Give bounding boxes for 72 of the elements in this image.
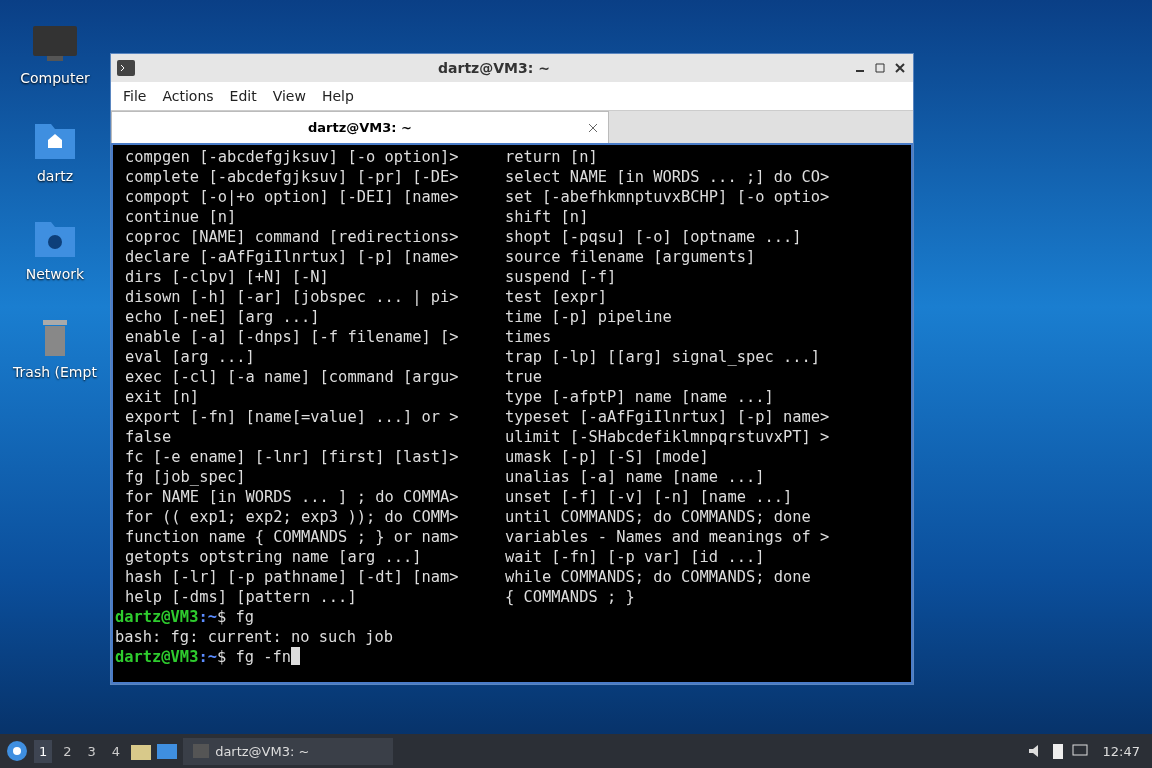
desktop-icon-label[interactable]: Trash (Empt bbox=[13, 364, 97, 380]
terminal-line: wait [-fn] [-p var] [id ...] bbox=[505, 547, 766, 567]
terminal-line: until COMMANDS; do COMMANDS; done bbox=[505, 507, 812, 527]
terminal-line: dirs [-clpv] [+N] [-N] bbox=[125, 267, 330, 287]
terminal-line: hash [-lr] [-p pathname] [-dt] [nam> bbox=[125, 567, 460, 587]
terminal-tab[interactable]: dartz@VM3: ~ bbox=[111, 111, 609, 143]
desktop-icon-label[interactable]: dartz bbox=[36, 168, 74, 184]
terminal-line: ulimit [-SHabcdefiklmnpqrstuvxPT] > bbox=[505, 427, 831, 447]
workspace-button[interactable]: 2 bbox=[58, 739, 77, 763]
terminal-line: exit [n] bbox=[125, 387, 201, 407]
terminal-line: compopt [-o|+o option] [-DEI] [name> bbox=[125, 187, 460, 207]
terminal-line: times bbox=[505, 327, 553, 347]
taskbar-task[interactable]: dartz@VM3: ~ bbox=[183, 737, 394, 765]
terminal-line: getopts optstring name [arg ...] bbox=[125, 547, 423, 567]
terminal-line: shopt [-pqsu] [-o] [optname ...] bbox=[505, 227, 803, 247]
terminal-line: coproc [NAME] command [redirections> bbox=[125, 227, 460, 247]
terminal-line: time [-p] pipeline bbox=[505, 307, 673, 327]
menu-item[interactable]: File bbox=[115, 88, 155, 104]
terminal-line: typeset [-aAfFgiIlnrtux] [-p] name> bbox=[505, 407, 831, 427]
menu-item[interactable]: Actions bbox=[154, 88, 222, 104]
clock: 12:47 bbox=[1102, 743, 1140, 759]
desktop-icon-label[interactable]: Computer bbox=[20, 70, 90, 86]
workspace-button[interactable]: 1 bbox=[34, 739, 53, 763]
terminal-line: dartz@VM3:~$ fg -fn bbox=[115, 647, 911, 667]
terminal-line: complete [-abcdefgjksuv] [-pr] [-DE> bbox=[125, 167, 460, 187]
terminal-line: return [n] bbox=[505, 147, 599, 167]
terminal-line: function name { COMMANDS ; } or nam> bbox=[125, 527, 460, 547]
terminal-line: test [expr] bbox=[505, 287, 608, 307]
terminal-line: trap [-lp] [[arg] signal_spec ...] bbox=[505, 347, 822, 367]
menu-item[interactable]: View bbox=[264, 88, 314, 104]
terminal-line: bash: fg: current: no such job bbox=[115, 627, 394, 647]
terminal-line: set [-abefhkmnptuvxBCHP] [-o optio> bbox=[505, 187, 831, 207]
terminal-line: dartz@VM3:~$ fg bbox=[115, 607, 256, 627]
terminal-line: type [-afptP] name [name ...] bbox=[505, 387, 775, 407]
terminal-line: for (( exp1; exp2; exp3 )); do COMM> bbox=[125, 507, 460, 527]
terminal-line: while COMMANDS; do COMMANDS; done bbox=[505, 567, 812, 587]
terminal-line: fg [job_spec] bbox=[125, 467, 247, 487]
terminal-line: { COMMANDS ; } bbox=[505, 587, 636, 607]
terminal-line: fc [-e ename] [-lnr] [first] [last]> bbox=[125, 447, 460, 467]
terminal-line: declare [-aAfFgiIlnrtux] [-p] [name> bbox=[125, 247, 460, 267]
terminal-line: unset [-f] [-v] [-n] [name ...] bbox=[505, 487, 794, 507]
terminal-line: exec [-cl] [-a name] [command [argu> bbox=[125, 367, 460, 387]
terminal-line: enable [-a] [-dnps] [-f filename] [> bbox=[125, 327, 460, 347]
terminal-line: compgen [-abcdefgjksuv] [-o option]> bbox=[125, 147, 460, 167]
close-icon[interactable] bbox=[588, 122, 598, 133]
terminal-line: select NAME [in WORDS ... ;] do CO> bbox=[505, 167, 831, 187]
window-icon[interactable] bbox=[157, 742, 178, 760]
window-title: dartz@VM3: ~ bbox=[437, 60, 551, 76]
terminal-line: source filename [arguments] bbox=[505, 247, 757, 267]
desktop-icon-label[interactable]: Network bbox=[25, 266, 85, 282]
close-icon[interactable] bbox=[893, 61, 907, 75]
menu-item[interactable]: Edit bbox=[221, 88, 265, 104]
workspace-button[interactable]: 4 bbox=[106, 739, 126, 763]
terminal-line: true bbox=[505, 367, 544, 387]
start-menu-icon[interactable] bbox=[6, 740, 28, 762]
maximize-icon[interactable] bbox=[873, 61, 887, 75]
terminal-line: umask [-p] [-S] [mode] bbox=[505, 447, 710, 467]
terminal-line: export [-fn] [name[=value] ...] or > bbox=[125, 407, 460, 427]
terminal-line: for NAME [in WORDS ... ] ; do COMMA> bbox=[125, 487, 460, 507]
terminal-line: variables - Names and meanings of > bbox=[505, 527, 831, 547]
workspace-button[interactable]: 3 bbox=[82, 739, 101, 763]
terminal-line: disown [-h] [-ar] [jobspec ... | pi> bbox=[125, 287, 460, 307]
terminal-line: continue [n] bbox=[125, 207, 238, 227]
terminal-line: shift [n] bbox=[505, 207, 590, 227]
menu-item[interactable]: Help bbox=[313, 88, 362, 104]
terminal-line: false bbox=[125, 427, 173, 447]
terminal-line: eval [arg ...] bbox=[125, 347, 256, 367]
task-label: dartz@VM3: ~ bbox=[215, 743, 310, 759]
terminal-line: help [-dms] [pattern ...] bbox=[125, 587, 358, 607]
terminal-line: echo [-neE] [arg ...] bbox=[125, 307, 321, 327]
terminal-line: unalias [-a] name [name ...] bbox=[505, 467, 766, 487]
terminal-line: suspend [-f] bbox=[505, 267, 618, 287]
